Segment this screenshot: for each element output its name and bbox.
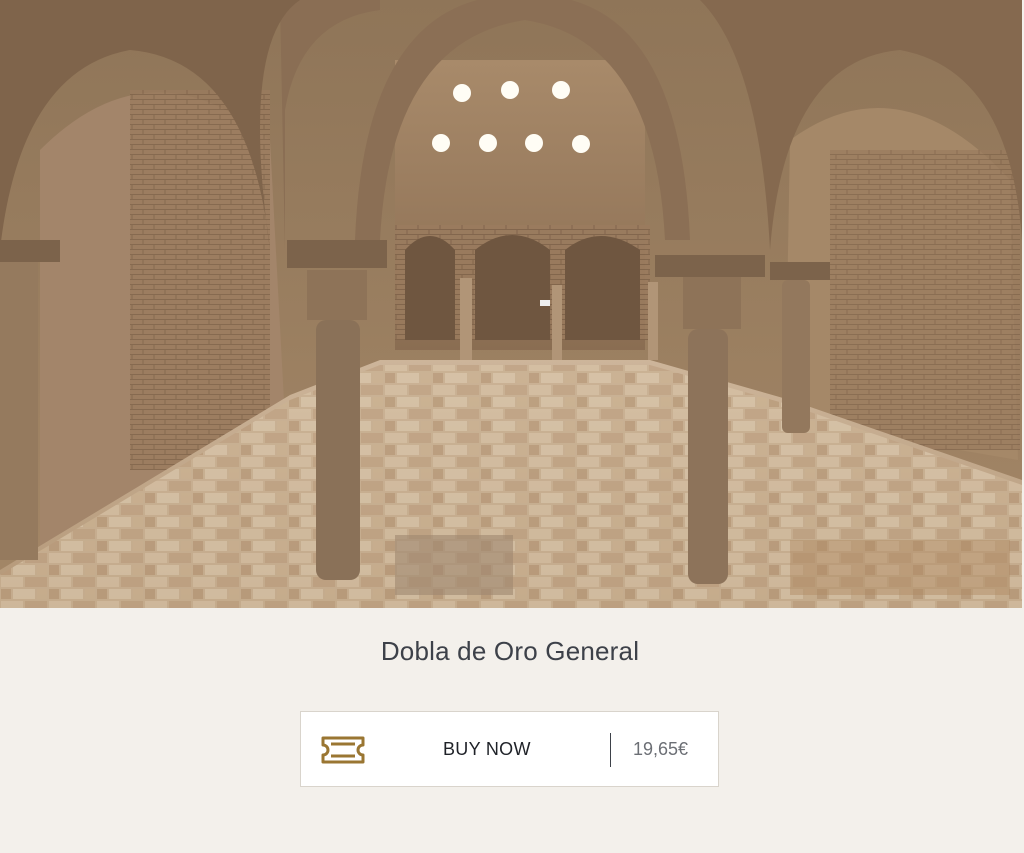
hero-image — [0, 0, 1022, 608]
product-card: Dobla de Oro General BUY NOW 19,65€ — [0, 0, 1024, 853]
buy-now-label: BUY NOW — [443, 739, 531, 759]
divider — [610, 733, 611, 767]
ticket-icon — [321, 736, 365, 764]
product-title: Dobla de Oro General — [380, 636, 640, 666]
price-label: 19,65€ — [633, 739, 689, 759]
buy-now-button[interactable]: BUY NOW 19,65€ — [300, 711, 719, 787]
